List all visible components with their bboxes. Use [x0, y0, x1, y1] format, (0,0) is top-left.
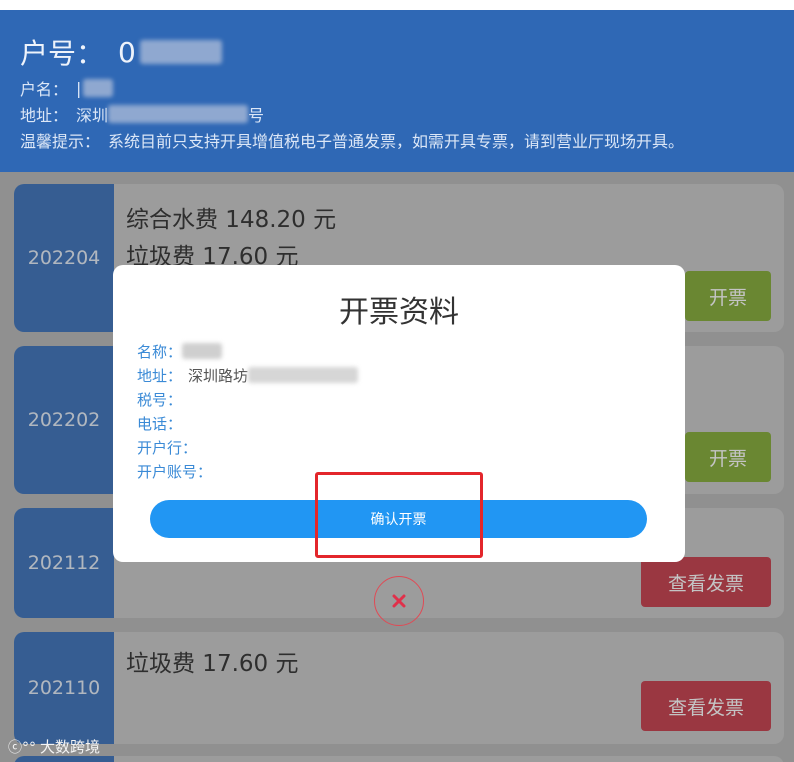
address-row: 地址： 深圳 号 [20, 104, 794, 125]
watermark-text: 大数跨境 [40, 738, 101, 756]
account-label: 户号： [20, 37, 105, 70]
address-value: 深圳 [76, 106, 109, 125]
account-header: 户号： 0 户名： | 地址： 深圳 号 温馨提示： 系统目前只支持开具增值税电… [0, 10, 794, 172]
watermark: ⓒ°° 大数跨境 [8, 736, 100, 757]
notice-text: 系统目前只支持开具增值税电子普通发票，如需开具专票，请到营业厅现场开具。 [108, 132, 685, 151]
name-label: 户名： [20, 80, 69, 99]
top-strip [0, 0, 794, 10]
field-label: 税号： [137, 390, 183, 409]
field-phone: 电话： [137, 411, 358, 435]
modal-title: 开票资料 [339, 295, 459, 330]
account-number-row: 户号： 0 [20, 32, 794, 72]
field-label: 开户行： [137, 438, 198, 457]
address-suffix: 号 [248, 106, 265, 125]
field-address: 地址： 深圳路坊 [137, 363, 359, 387]
field-value: 深圳路坊 [188, 366, 249, 385]
redacted-address-value [248, 367, 359, 383]
redacted-address [108, 105, 249, 123]
name-value: | [76, 78, 82, 98]
notice-label: 温馨提示： [20, 132, 101, 151]
redacted-account [139, 40, 222, 64]
field-tax-id: 税号： [137, 387, 358, 411]
field-name: 名称： [137, 339, 358, 363]
notice-row: 温馨提示： 系统目前只支持开具增值税电子普通发票，如需开具专票，请到营业厅现场开… [20, 130, 794, 151]
field-bank: 开户行： [137, 435, 358, 459]
close-modal-button[interactable] [374, 576, 424, 626]
invoice-fields: 名称： 地址： 深圳路坊 税号： 电话： 开户行： 开户账号： [137, 339, 359, 483]
field-label: 地址： [137, 366, 183, 385]
account-value: 0 [118, 35, 136, 69]
redacted-name [83, 79, 114, 97]
account-name-row: 户名： | [20, 78, 794, 99]
close-icon [392, 594, 406, 608]
redacted-name-value [182, 343, 223, 359]
highlight-box [315, 472, 483, 558]
field-label: 开户账号： [137, 462, 213, 481]
field-label: 电话： [137, 414, 183, 433]
watermark-logo-icon: ⓒ°° [8, 739, 36, 756]
address-label: 地址： [20, 106, 69, 125]
field-label: 名称： [137, 342, 183, 361]
